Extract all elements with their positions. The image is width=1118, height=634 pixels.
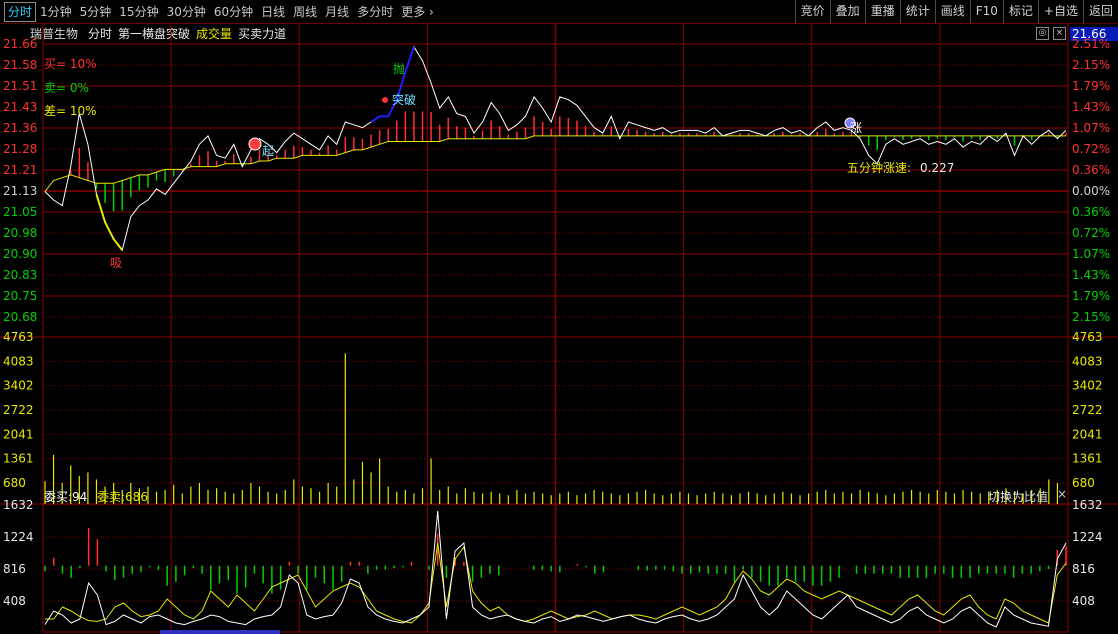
pct-tick-label: 0.36% [1072,163,1110,177]
volume-tick-label: 1361 [3,452,34,466]
tab-4[interactable]: 30分钟 [163,1,210,23]
annotation-xi: 吸 [110,256,122,270]
volume-tick-label: 680 [3,476,26,490]
chart-canvas[interactable]: 21.66 2.51% 21.58 2.15% 21.51 1.79% 21.43 1.43%… [0,23,1118,634]
tab-3[interactable]: 15分钟 [115,1,162,23]
toolbar-button-3[interactable]: 统计 [899,0,935,23]
close-icon[interactable]: × [1057,487,1067,501]
volume-tick-label: 3402 [3,379,34,393]
wei-sell-label: 委卖:686 [97,490,148,504]
pct-tick-label: 1.43% [1072,268,1110,282]
legend-diff: 差= 10% [44,104,97,118]
price-tick-label: 20.68 [3,310,37,324]
right-buttons: 竞价 叠加 重播 统计 画线 F10 标记 +自选 返回 [794,0,1118,23]
annotation-zhang: 涨 [850,120,862,135]
price-tick-label: 21.28 [3,142,37,156]
toolbar-button-7[interactable]: +自选 [1037,0,1083,23]
pct-tick-label: 0.72% [1072,226,1110,240]
pct-tick-label: 0.72% [1072,142,1110,156]
dip-segment [95,194,123,251]
annotation-tupo: 突破 [392,92,416,107]
toolbar-button-5[interactable]: F10 [969,0,1003,23]
legend-buy: 买= 10% [44,57,97,71]
force-tick-label-right: 816 [1072,562,1095,576]
volume-tick-label-right: 3402 [1072,379,1103,393]
pct-tick-label: 0.00% [1072,184,1110,198]
toolbar-button-1[interactable]: 叠加 [829,0,865,23]
switch-ratio-button[interactable]: 切换为比值 [988,488,1048,505]
volume-tick-label-right: 680 [1072,476,1095,490]
annotation-qi: 起 [262,144,274,158]
volume-tick-label: 4763 [3,330,34,344]
tab-7[interactable]: 周线 [289,1,321,23]
highlight-segment [370,46,415,123]
pct-tick-label: 1.43% [1072,100,1110,114]
force-tick-label-right: 1632 [1072,498,1103,512]
wei-mai-label: 委买:94 [44,490,88,504]
period-tabs: 分时 1分钟 5分钟 15分钟 30分钟 60分钟 日线 周线 月线 多分时 更多 › [0,0,438,23]
price-tick-label: 21.36 [3,121,37,135]
five-min-speed-label: 五分钟涨速: [847,160,911,175]
tab-0[interactable]: 分时 [4,1,37,22]
volume-tick-label-right: 4763 [1072,330,1103,344]
volume-tick-label-right: 4083 [1072,354,1103,368]
price-tick-label: 21.51 [3,79,37,93]
volume-tick-label: 2041 [3,427,34,441]
tab-1[interactable]: 1分钟 [36,1,76,23]
pct-tick-label: 1.79% [1072,289,1110,303]
tab-9[interactable]: 多分时 [353,1,397,23]
tab-10[interactable]: 更多 › [397,1,438,23]
price-tick-label: 20.75 [3,289,37,303]
toolbar-button-4[interactable]: 画线 [934,0,970,23]
volume-tick-label: 4083 [3,354,34,368]
price-tick-label: 21.05 [3,205,37,219]
tab-2[interactable]: 5分钟 [76,1,116,23]
period-toolbar: 分时 1分钟 5分钟 15分钟 30分钟 60分钟 日线 周线 月线 多分时 更多 › 竞价 叠加 重播… [0,0,1118,24]
pct-tick-label: 1.79% [1072,79,1110,93]
price-tick-label: 20.90 [3,247,37,261]
signal-ball-icon [248,137,262,151]
force-tick-label: 1632 [3,498,34,512]
price-tick-label: 20.83 [3,268,37,282]
pct-tick-label: 2.15% [1072,58,1110,72]
price-tick-label: 20.98 [3,226,37,240]
pct-tick-label: 2.15% [1072,310,1110,324]
volume-tick-label-right: 2041 [1072,427,1103,441]
tab-5[interactable]: 60分钟 [210,1,257,23]
five-min-speed-value: 0.227 [920,161,954,175]
pct-tick-label: 0.36% [1072,205,1110,219]
price-tick-label: 21.66 [3,37,37,51]
pct-tick-label: 2.51% [1072,37,1110,51]
price-tick-label: 21.43 [3,100,37,114]
volume-tick-label: 2722 [3,403,34,417]
force-tick-label: 816 [3,562,26,576]
tab-8[interactable]: 月线 [321,1,353,23]
legend-sell: 卖= 0% [44,81,89,95]
toolbar-button-8[interactable]: 返回 [1082,0,1118,23]
price-tick-label: 21.13 [3,184,37,198]
toolbar-button-6[interactable]: 标记 [1002,0,1038,23]
force-tick-label-right: 1224 [1072,530,1103,544]
price-tick-label: 21.58 [3,58,37,72]
annotation-pao: 抛 [393,61,405,76]
toolbar-button-2[interactable]: 重播 [864,0,900,23]
pct-tick-label: 1.07% [1072,247,1110,261]
force-tick-label-right: 408 [1072,594,1095,608]
volume-tick-label-right: 2722 [1072,403,1103,417]
breakout-marker-icon [382,97,388,103]
tab-6[interactable]: 日线 [257,1,289,23]
price-tick-label: 21.21 [3,163,37,177]
force-tick-label: 408 [3,594,26,608]
volume-tick-label-right: 1361 [1072,452,1103,466]
pct-tick-label: 1.07% [1072,121,1110,135]
toolbar-button-0[interactable]: 竞价 [794,0,830,23]
force-tick-label: 1224 [3,530,34,544]
scroll-indicator [160,630,280,634]
